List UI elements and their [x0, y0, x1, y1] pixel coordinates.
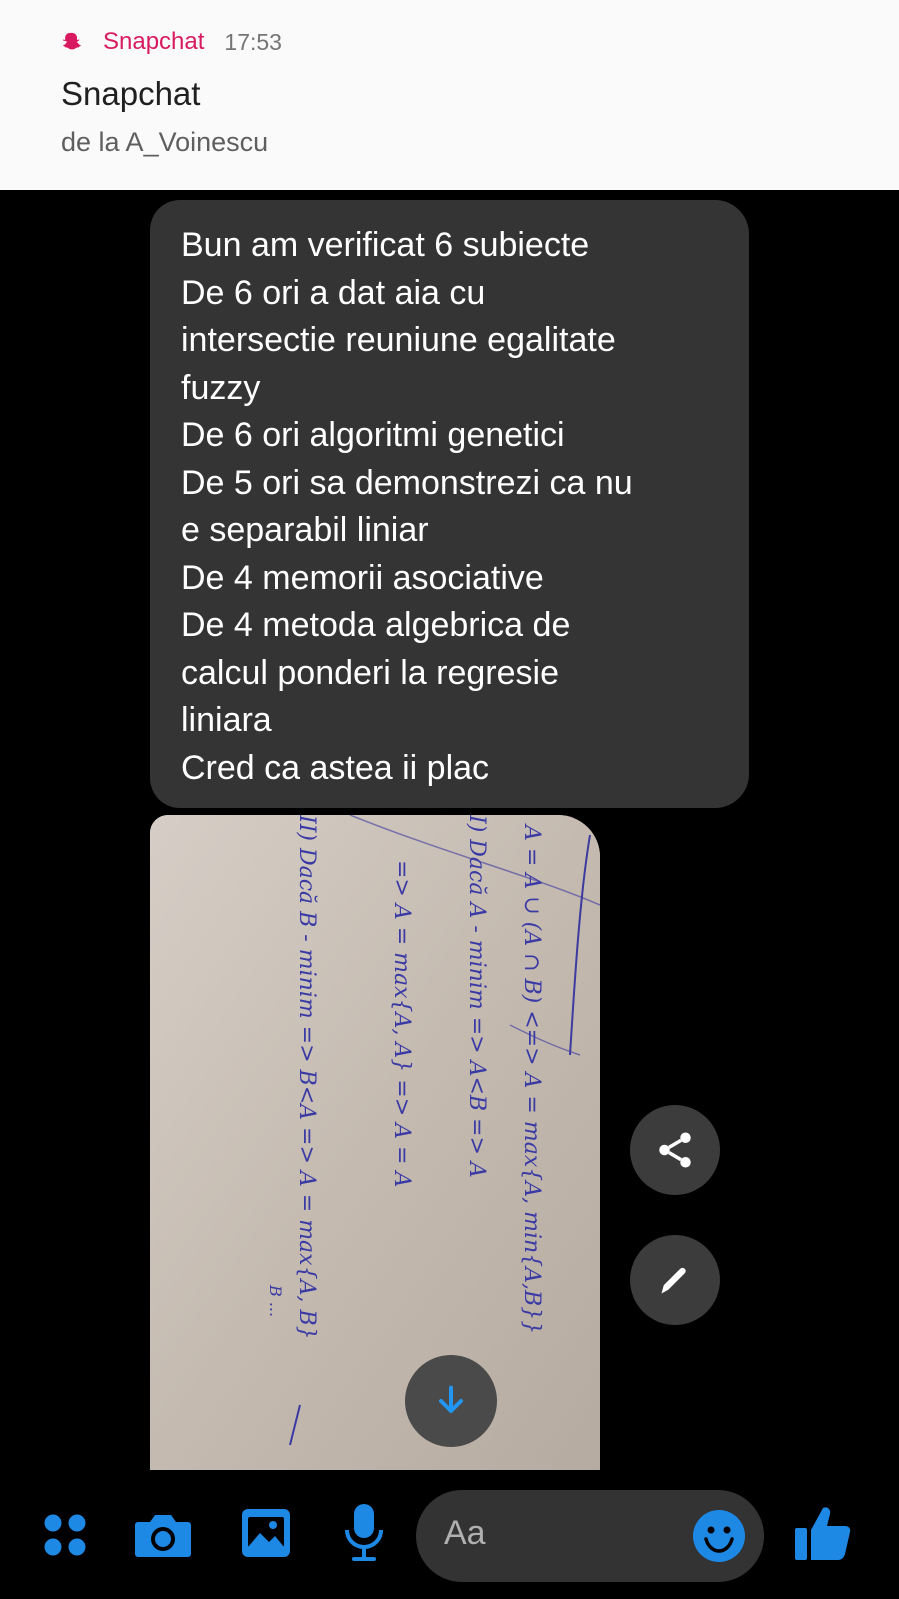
message-line: e separabil liniar — [181, 511, 429, 549]
message-line: De 6 ori a dat aia cu — [181, 273, 486, 312]
handwriting-line: I) Dacă A - minim => A<B => A — [464, 815, 489, 1178]
message-line: calcul ponderi la regresie — [181, 653, 559, 692]
notification-time: 17:53 — [224, 28, 282, 55]
message-line: De 6 ori algoritmi genetici — [181, 416, 565, 454]
microphone-icon — [345, 1504, 383, 1561]
handwriting-line: => A = max{A, A} => A = A — [389, 860, 414, 1187]
share-button[interactable] — [630, 1105, 720, 1195]
message-line: liniara — [181, 701, 272, 739]
gallery-button[interactable] — [236, 1503, 296, 1563]
notification-title: Snapchat — [61, 75, 201, 112]
thumbs-up-icon — [795, 1507, 851, 1560]
message-bubble[interactable]: Bun am verificat 6 subiecte De 6 ori a d… — [150, 200, 749, 808]
apps-button[interactable] — [38, 1508, 92, 1562]
emoji-icon[interactable] — [692, 1509, 746, 1563]
message-line: fuzzy — [181, 368, 261, 407]
message-input[interactable]: Aa — [416, 1490, 764, 1582]
camera-icon — [135, 1515, 191, 1557]
apps-icon — [44, 1514, 86, 1556]
message-line: Cred ca astea ii plac — [181, 748, 490, 787]
handwritten-notes-image: A = A ∪ (A ∩ B) <=> A = max{A, min{A,B}}… — [150, 815, 600, 1470]
notification-header[interactable]: Snapchat 17:53 Snapchat de la A_Voinescu — [0, 0, 899, 190]
message-input-placeholder: Aa — [444, 1514, 486, 1552]
share-icon — [659, 1132, 691, 1168]
snapchat-ghost-icon — [62, 32, 81, 50]
like-button[interactable] — [788, 1497, 858, 1567]
app-name: Snapchat — [103, 28, 205, 55]
notification-subtitle: de la A_Voinescu — [61, 127, 269, 157]
edit-button[interactable] — [630, 1235, 720, 1325]
message-line: De 5 ori sa demonstrezi ca nu — [181, 463, 633, 502]
handwriting-line: B ... — [266, 1284, 285, 1317]
camera-button[interactable] — [133, 1505, 193, 1565]
voice-button[interactable] — [338, 1500, 390, 1564]
image-icon — [242, 1509, 290, 1557]
message-line: De 4 metoda algebrica de — [181, 606, 571, 644]
arrow-down-icon — [439, 1385, 463, 1413]
pencil-icon — [661, 1267, 686, 1294]
handwriting-line: A = A ∪ (A ∩ B) <=> A = max{A, min{A,B}} — [519, 823, 544, 1334]
message-line: De 4 memorii asociative — [181, 558, 544, 597]
handwriting-line: II) Dacă B - minim => B<A => A = max{A, … — [294, 815, 319, 1340]
scroll-down-button[interactable] — [405, 1355, 497, 1447]
photo-attachment[interactable]: A = A ∪ (A ∩ B) <=> A = max{A, min{A,B}}… — [150, 815, 600, 1470]
message-line: Bun am verificat 6 subiecte — [181, 226, 590, 264]
message-line: intersectie reuniune egalitate — [181, 321, 616, 359]
